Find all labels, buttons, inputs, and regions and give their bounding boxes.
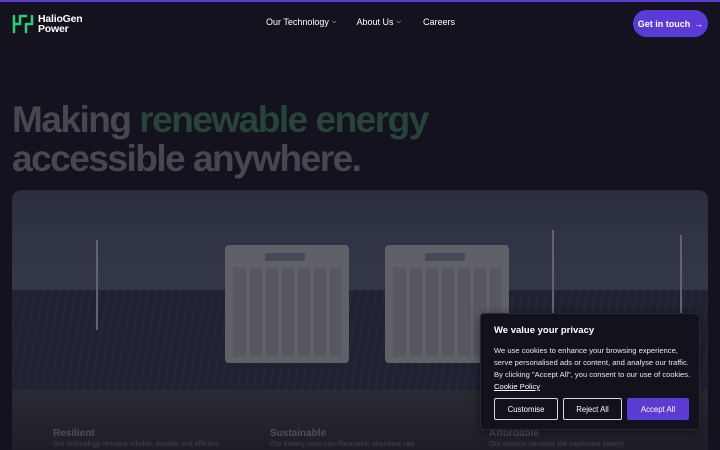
feature-title: Resilient <box>53 428 95 439</box>
battery-badge <box>265 253 305 261</box>
nav-label: About Us <box>356 17 394 27</box>
chevron-down-icon: ⌵ <box>331 19 337 25</box>
customise-button[interactable]: Customise <box>494 398 558 420</box>
cookie-text: We use cookies to enhance your browsing … <box>494 345 692 393</box>
cookie-title: We value your privacy <box>494 325 595 336</box>
battery-badge <box>425 253 465 261</box>
feature-resilient: Resilient Our technology remains reliabl… <box>53 428 219 448</box>
hero-title-accent: renewable energy <box>139 99 429 140</box>
feature-sustainable: Sustainable Our battery uses non-flammab… <box>270 428 414 448</box>
get-in-touch-button[interactable]: Get in touch → <box>633 10 708 37</box>
feature-title: Sustainable <box>270 428 327 439</box>
cookie-actions: Customise Reject All Accept All <box>494 398 689 420</box>
battery-unit <box>225 245 349 363</box>
reject-all-button[interactable]: Reject All <box>563 398 622 420</box>
nav-careers[interactable]: Careers <box>423 17 455 27</box>
cookie-consent-dialog: We value your privacy We use cookies to … <box>480 313 700 430</box>
main-nav: Our Technology ⌵ About Us ⌵ Careers <box>266 17 455 27</box>
nav-our-technology[interactable]: Our Technology ⌵ <box>266 17 336 27</box>
logo-line2: Power <box>38 23 69 35</box>
site-header: HalioGen Power Our Technology ⌵ About Us… <box>0 2 720 44</box>
logo[interactable]: HalioGen Power <box>12 13 83 35</box>
battery-slats <box>233 267 341 357</box>
feature-text: Our technology remains reliable, durable… <box>53 441 219 448</box>
arrow-right-icon: → <box>694 18 704 29</box>
feature-text: Our battery uses non-flammable abundant … <box>270 441 415 448</box>
accept-all-button[interactable]: Accept All <box>627 398 689 420</box>
nav-about-us[interactable]: About Us ⌵ <box>356 17 401 27</box>
features-row: Resilient Our technology remains reliabl… <box>0 428 720 450</box>
feature-affordable: Affordable Our solution removes the expe… <box>489 428 624 448</box>
cookie-policy-link[interactable]: Cookie Policy <box>494 382 540 391</box>
nav-label: Our Technology <box>266 17 329 27</box>
hero-title-part2: accessible anywhere. <box>12 138 362 179</box>
wind-turbine-icon <box>96 240 98 330</box>
logo-text: HalioGen Power <box>38 14 83 35</box>
chevron-down-icon: ⌵ <box>396 19 402 25</box>
cookie-body: We use cookies to enhance your browsing … <box>494 346 691 379</box>
nav-label: Careers <box>423 17 456 27</box>
hero-title-part1: Making <box>12 99 132 140</box>
logo-mark-icon <box>12 14 34 34</box>
cta-label: Get in touch <box>637 18 691 29</box>
feature-text: Our solution removes the expensive batte… <box>489 441 625 448</box>
hero-title: Making renewable energy accessible anywh… <box>12 99 429 179</box>
